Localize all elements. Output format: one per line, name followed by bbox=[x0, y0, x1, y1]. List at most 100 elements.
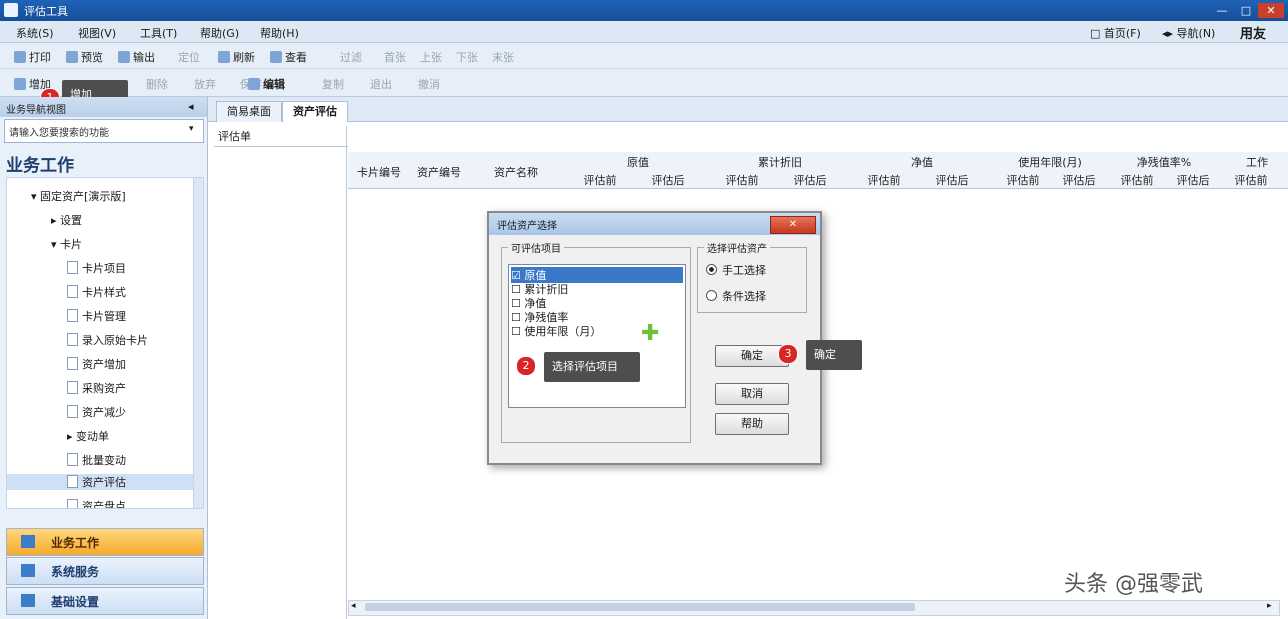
tree-leaf-original-card[interactable]: 录入原始卡片 bbox=[67, 332, 148, 348]
tab-asset-evaluation[interactable]: 资产评估 bbox=[282, 101, 348, 122]
tree-leaf-asset-evaluate[interactable]: 资产评估 bbox=[7, 474, 195, 490]
function-search-combo[interactable]: 请输入您要搜索的功能 ▾ bbox=[4, 119, 204, 143]
col-card-no[interactable]: 卡片编号 bbox=[350, 164, 408, 180]
pin-icon[interactable]: ◂ bbox=[188, 100, 194, 113]
sub-before: 评估前 bbox=[1120, 174, 1154, 187]
sub-after: 评估后 bbox=[935, 174, 969, 187]
menu-help[interactable]: 帮助(H) bbox=[260, 25, 299, 41]
chevron-down-icon: ▾ bbox=[189, 124, 194, 134]
exit-button[interactable]: 退出 bbox=[370, 76, 392, 92]
item-useful-life[interactable]: ☐ 使用年限（月） bbox=[511, 323, 601, 339]
tree-node-fixed-assets[interactable]: ▾ 固定资产[演示版] bbox=[31, 188, 126, 204]
prev-button[interactable]: 上张 bbox=[420, 49, 442, 65]
select-asset-label: 选择评估资产 bbox=[704, 240, 770, 255]
locate-button[interactable]: 定位 bbox=[178, 49, 200, 65]
col-asset-name[interactable]: 资产名称 bbox=[480, 164, 552, 180]
edit-icon bbox=[248, 78, 260, 90]
section-title: 业务工作 bbox=[6, 156, 74, 176]
sub-after: 评估后 bbox=[651, 174, 685, 187]
tree-leaf-purchase[interactable]: 采购资产 bbox=[67, 380, 126, 396]
tab-simple-desktop[interactable]: 简易桌面 bbox=[216, 101, 282, 122]
last-button[interactable]: 末张 bbox=[492, 49, 514, 65]
business-icon bbox=[21, 535, 35, 548]
select-asset-group: 选择评估资产 手工选择 条件选择 bbox=[697, 240, 807, 313]
tree-leaf-asset-reduce[interactable]: 资产减少 bbox=[67, 404, 126, 420]
group-original-value: 原值 bbox=[627, 156, 649, 169]
app-icon bbox=[4, 3, 18, 17]
dialog-close-button[interactable]: ✕ bbox=[770, 216, 816, 234]
delete-button[interactable]: 删除 bbox=[146, 76, 168, 92]
toolbar-edit: 增加 删除 放弃 保存 编辑 复制 退出 撤消 bbox=[0, 69, 1288, 97]
group-salvage-rate: 净残值率% bbox=[1136, 156, 1192, 169]
preview-button[interactable]: 预览 bbox=[66, 49, 103, 65]
filter-button[interactable]: 过滤 bbox=[340, 49, 362, 65]
tree-node-card[interactable]: ▾ 卡片 bbox=[51, 236, 82, 252]
tree-node-setup[interactable]: ▸ 设置 bbox=[51, 212, 82, 228]
group-useful-life: 使用年限(月) bbox=[1018, 156, 1082, 169]
maximize-button[interactable]: □ bbox=[1236, 3, 1256, 18]
radio-off-icon bbox=[706, 290, 717, 301]
scroll-left-icon[interactable]: ◂ bbox=[351, 601, 356, 611]
tree-leaf-card-style[interactable]: 卡片样式 bbox=[67, 284, 126, 300]
dialog-title: 评估资产选择 bbox=[497, 221, 557, 232]
radio-manual[interactable]: 手工选择 bbox=[706, 262, 766, 278]
panel-header-label: 业务导航视图 bbox=[6, 105, 66, 116]
view-icon bbox=[270, 51, 282, 63]
sub-before: 评估前 bbox=[1006, 174, 1040, 187]
grid-horizontal-scrollbar[interactable]: ◂ ▸ bbox=[348, 600, 1280, 616]
undo-button[interactable]: 撤消 bbox=[418, 76, 440, 92]
scroll-right-icon[interactable]: ▸ bbox=[1267, 601, 1272, 611]
tree-leaf-asset-add[interactable]: 资产增加 bbox=[67, 356, 126, 372]
step-badge-3: 3 bbox=[778, 344, 798, 364]
function-tree: ▾ 固定资产[演示版] ▸ 设置 ▾ 卡片 卡片项目 卡片样式 卡片管理 录入原… bbox=[6, 177, 196, 509]
scroll-thumb[interactable] bbox=[365, 603, 915, 611]
tree-node-change[interactable]: ▸ 变动单 bbox=[67, 428, 109, 444]
navigate-link[interactable]: ◂▸ 导航(N) bbox=[1162, 25, 1215, 41]
menu-goto[interactable]: 帮助(G) bbox=[200, 25, 239, 41]
copy-button[interactable]: 复制 bbox=[322, 76, 344, 92]
nav-business-work[interactable]: 业务工作 bbox=[6, 528, 204, 556]
refresh-button[interactable]: 刷新 bbox=[218, 49, 255, 65]
close-window-button[interactable]: ✕ bbox=[1258, 3, 1284, 18]
evaluation-list-header: 评估单 bbox=[214, 126, 348, 147]
print-button[interactable]: 打印 bbox=[14, 49, 51, 65]
evaluation-grid-header: 卡片编号 资产编号 资产名称 原值 累计折旧 净值 使用年限(月) 净残值率% … bbox=[348, 152, 1288, 189]
sub-before: 评估前 bbox=[867, 174, 901, 187]
next-button[interactable]: 下张 bbox=[456, 49, 478, 65]
first-button[interactable]: 首张 bbox=[384, 49, 406, 65]
radio-on-icon bbox=[706, 264, 717, 275]
search-placeholder: 请输入您要搜索的功能 bbox=[9, 128, 109, 139]
minimize-button[interactable]: — bbox=[1212, 3, 1232, 18]
nav-system-service[interactable]: 系统服务 bbox=[6, 557, 204, 585]
menu-tools[interactable]: 工具(T) bbox=[140, 25, 177, 41]
nav-basic-settings[interactable]: 基础设置 bbox=[6, 587, 204, 615]
export-button[interactable]: 输出 bbox=[118, 49, 155, 65]
col-asset-no[interactable]: 资产编号 bbox=[410, 164, 468, 180]
tree-leaf-card-manage[interactable]: 卡片管理 bbox=[67, 308, 126, 324]
panel-header: 业务导航视图 ◂ bbox=[0, 97, 207, 117]
tree-leaf-batch-change[interactable]: 批量变动 bbox=[67, 452, 126, 468]
group-work: 工作 bbox=[1246, 156, 1268, 169]
menu-view[interactable]: 视图(V) bbox=[78, 25, 116, 41]
view-button[interactable]: 查看 bbox=[270, 49, 307, 65]
menu-bar: 系统(S) 视图(V) 工具(T) 帮助(G) 帮助(H) □ 首页(F) ◂▸… bbox=[0, 21, 1288, 43]
settings-icon bbox=[21, 594, 35, 607]
refresh-icon bbox=[218, 51, 230, 63]
tree-leaf-asset-count[interactable]: 资产盘点 bbox=[67, 498, 126, 508]
menu-system[interactable]: 系统(S) bbox=[16, 25, 54, 41]
discard-button[interactable]: 放弃 bbox=[194, 76, 216, 92]
tree-scrollbar[interactable] bbox=[193, 177, 204, 509]
document-tabs: 简易桌面 资产评估 bbox=[208, 97, 1288, 122]
radio-condition[interactable]: 条件选择 bbox=[706, 288, 766, 304]
title-bar: 评估工具 — □ ✕ bbox=[0, 0, 1288, 21]
sub-before: 评估前 bbox=[725, 174, 759, 187]
help-button[interactable]: 帮助 bbox=[715, 413, 789, 435]
group-accum-depr: 累计折旧 bbox=[758, 156, 802, 169]
home-link[interactable]: □ 首页(F) bbox=[1090, 25, 1141, 41]
tree-leaf-card-items[interactable]: 卡片项目 bbox=[67, 260, 126, 276]
sub-before: 评估前 bbox=[1234, 174, 1268, 187]
cancel-button[interactable]: 取消 bbox=[715, 383, 789, 405]
plus-cursor-icon: ✚ bbox=[641, 321, 660, 346]
callout-select-items: 选择评估项目 bbox=[544, 352, 640, 382]
edit-button[interactable]: 编辑 bbox=[248, 76, 285, 92]
